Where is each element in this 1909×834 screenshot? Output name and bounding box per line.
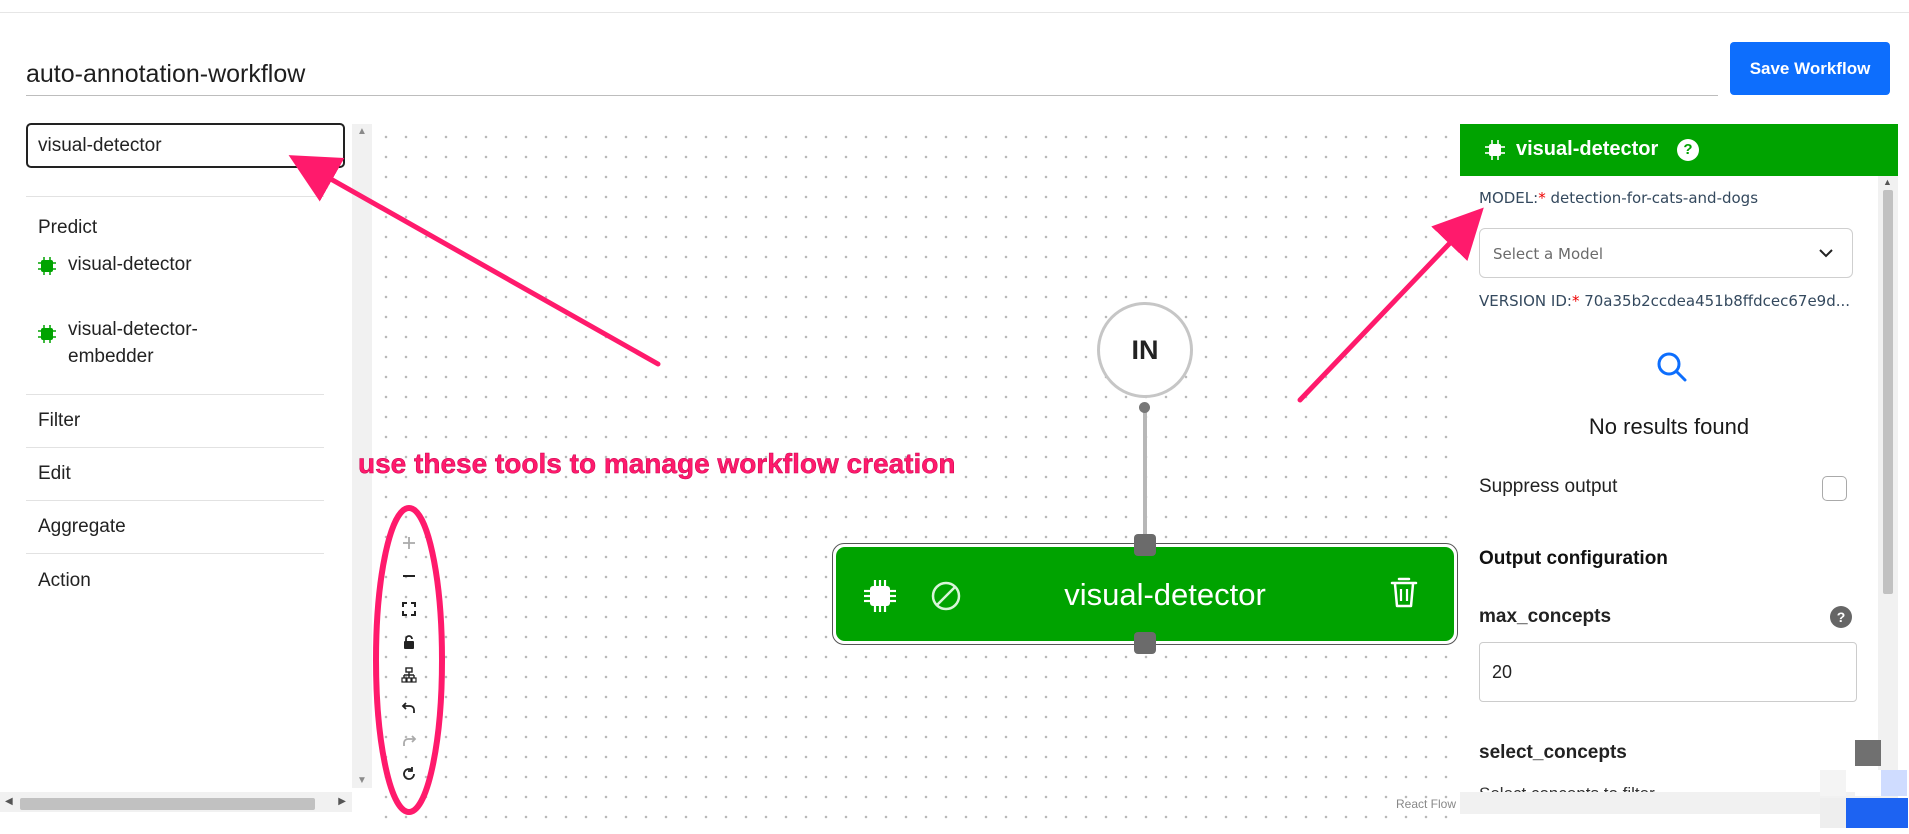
help-icon[interactable]: ? <box>1677 139 1699 161</box>
plus-icon <box>403 536 415 549</box>
chevron-down-icon <box>1819 249 1833 258</box>
select-concepts-label: select_concepts <box>1479 742 1627 763</box>
output-configuration-heading: Output configuration <box>1479 548 1668 569</box>
top-divider <box>0 12 1909 13</box>
fit-view-button[interactable] <box>394 592 424 625</box>
refresh-icon <box>403 766 415 780</box>
node-label: visual-detector <box>1064 577 1266 612</box>
node-body[interactable]: visual-detector <box>836 547 1454 641</box>
chip-icon <box>38 325 56 343</box>
canvas-controls <box>394 526 424 790</box>
input-node-label: IN <box>1131 334 1159 365</box>
panel-header: visual-detector ? <box>1460 124 1898 176</box>
annotation-caption: use these tools to manage workflow creat… <box>358 448 956 480</box>
zoom-out-button[interactable] <box>394 559 424 592</box>
node-target-handle[interactable] <box>1134 534 1156 556</box>
auto-layout-button[interactable] <box>394 658 424 691</box>
pixelated-widget <box>1820 740 1908 832</box>
node-category-list: Predict visual-detector visual-detector-… <box>26 196 324 607</box>
input-node-source-handle[interactable] <box>1139 402 1150 413</box>
input-node[interactable]: IN <box>1097 302 1193 398</box>
workflow-name-input[interactable] <box>26 50 1718 96</box>
model-select[interactable]: Select a Model <box>1479 228 1853 278</box>
category-action[interactable]: Action <box>26 554 324 607</box>
scroll-up-arrow-icon[interactable]: ▲ <box>1883 177 1892 187</box>
zoom-in-button[interactable] <box>394 526 424 559</box>
max-concepts-input[interactable] <box>1479 642 1857 702</box>
node-library-sidebar: Predict visual-detector visual-detector-… <box>0 118 372 818</box>
save-workflow-button[interactable]: Save Workflow <box>1730 42 1890 95</box>
required-marker: * <box>1571 292 1580 310</box>
panel-vertical-scrollbar[interactable]: ▲ <box>1878 176 1898 788</box>
help-icon[interactable]: ? <box>1830 606 1852 628</box>
minus-icon <box>403 574 415 577</box>
panel-title: visual-detector <box>1516 138 1659 160</box>
no-results-message: No results found <box>1588 414 1750 439</box>
scroll-down-arrow-icon[interactable]: ▼ <box>357 775 367 786</box>
model-field: MODEL:* detection-for-cats-and-dogs <box>1479 189 1758 207</box>
scroll-right-arrow-icon[interactable]: ▶ <box>338 796 346 807</box>
react-flow-attribution[interactable]: React Flow <box>1396 797 1456 811</box>
node-config-panel: visual-detector ? MODEL:* detection-for-… <box>1460 124 1898 834</box>
chip-icon <box>1485 140 1505 160</box>
lock-icon <box>404 634 414 649</box>
undo-icon <box>401 701 415 713</box>
undo-button[interactable] <box>394 691 424 724</box>
scroll-left-arrow-icon[interactable]: ◀ <box>5 796 13 807</box>
node-source-handle[interactable] <box>1134 632 1156 654</box>
node-edge[interactable] <box>1143 410 1147 540</box>
trash-icon[interactable] <box>1389 575 1419 609</box>
model-value: detection-for-cats-and-dogs <box>1550 189 1759 207</box>
visual-detector-node[interactable]: visual-detector <box>832 543 1458 645</box>
category-predict[interactable]: Predict <box>26 197 324 242</box>
model-label: MODEL: <box>1479 189 1539 207</box>
panel-body: MODEL:* detection-for-cats-and-dogs Sele… <box>1460 176 1878 834</box>
suppress-output-label: Suppress output <box>1479 476 1618 497</box>
suppress-output-checkbox[interactable] <box>1822 476 1847 501</box>
sidebar-horizontal-scrollbar[interactable]: ◀ ▶ <box>0 792 352 812</box>
list-item-visual-detector-embedder[interactable]: visual-detector-embedder <box>26 304 324 394</box>
search-icon <box>1657 352 1687 382</box>
required-marker: * <box>1538 189 1546 207</box>
chip-icon <box>38 257 56 275</box>
version-label: VERSION ID: <box>1479 292 1572 310</box>
list-item-visual-detector[interactable]: visual-detector <box>26 242 324 304</box>
scroll-up-arrow-icon[interactable]: ▲ <box>357 126 367 137</box>
max-concepts-label: max_concepts <box>1479 606 1612 627</box>
category-edit[interactable]: Edit <box>26 448 324 501</box>
list-item-label: visual-detector-embedder <box>68 319 198 367</box>
category-filter[interactable]: Filter <box>26 395 324 448</box>
version-value: 70a35b2ccdea451b8ffdcec67e9d... <box>1584 292 1851 310</box>
scrollbar-thumb[interactable] <box>1883 190 1893 594</box>
scrollbar-thumb[interactable] <box>20 798 315 810</box>
lock-button[interactable] <box>394 625 424 658</box>
category-aggregate[interactable]: Aggregate <box>26 501 324 554</box>
list-item-label: visual-detector <box>68 254 192 275</box>
select-placeholder: Select a Model <box>1493 245 1604 263</box>
redo-button[interactable] <box>394 724 424 757</box>
hierarchy-icon <box>401 666 417 683</box>
node-search-input[interactable] <box>26 123 345 168</box>
redo-icon <box>403 734 417 746</box>
reset-button[interactable] <box>394 757 424 790</box>
version-field: VERSION ID:* 70a35b2ccdea451b8ffdcec67e9… <box>1479 292 1861 310</box>
fit-view-icon <box>402 601 416 616</box>
